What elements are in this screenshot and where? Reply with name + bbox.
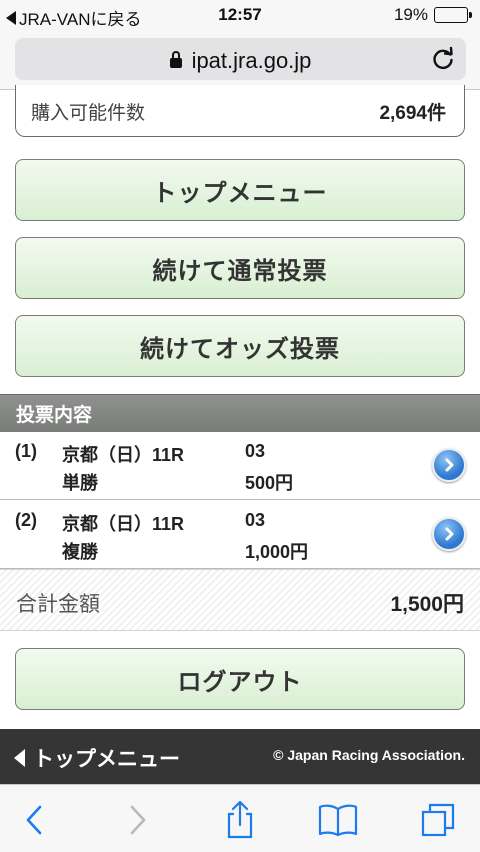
- url-text: ipat.jra.go.jp: [191, 48, 312, 73]
- reload-icon[interactable]: [430, 46, 456, 72]
- back-icon[interactable]: [14, 801, 54, 839]
- browser-toolbar: [0, 784, 480, 852]
- bet-race: 京都（日）11R: [62, 514, 185, 534]
- continue-normal-vote-button[interactable]: 続けて通常投票: [15, 237, 465, 299]
- continue-odds-vote-button[interactable]: 続けてオッズ投票: [15, 315, 465, 377]
- bet-number: (1): [15, 441, 37, 461]
- bet-row[interactable]: (1) 京都（日）11R 03 単勝 500円: [0, 432, 480, 500]
- back-triangle-icon: [14, 749, 25, 767]
- purchase-count-label: 購入可能件数: [31, 103, 146, 124]
- total-amount-value: 1,500円: [390, 593, 464, 616]
- bet-detail-chevron-icon[interactable]: [432, 517, 466, 551]
- bet-horse-number: 03: [245, 441, 266, 461]
- bet-amount: 500円: [245, 473, 294, 493]
- bookmarks-icon[interactable]: [318, 801, 358, 839]
- page-content: 購入可能件数 2,694件 トップメニュー 続けて通常投票 続けてオッズ投票 投…: [0, 85, 480, 729]
- purchase-count-value: 2,694件: [379, 103, 446, 124]
- bet-contents-header: 投票内容: [0, 394, 480, 432]
- tabs-icon[interactable]: [418, 801, 458, 839]
- top-menu-button[interactable]: トップメニュー: [15, 159, 465, 221]
- url-display[interactable]: ipat.jra.go.jp: [15, 48, 466, 74]
- logout-button[interactable]: ログアウト: [15, 648, 465, 710]
- forward-icon[interactable]: [118, 801, 158, 839]
- bet-number: (2): [15, 510, 37, 530]
- bet-type: 複勝: [62, 542, 98, 562]
- lock-icon: [169, 51, 182, 68]
- bet-detail-chevron-icon[interactable]: [432, 448, 466, 482]
- battery-status: 19%: [393, 5, 472, 25]
- copyright-text: © Japan Racing Association.: [273, 747, 465, 763]
- status-bar: JRA-VANに戻る 12:57 19%: [0, 0, 480, 32]
- bet-type: 単勝: [62, 473, 98, 493]
- total-amount-label: 合計金額: [16, 593, 100, 616]
- address-bar[interactable]: ipat.jra.go.jp: [15, 38, 466, 80]
- purchase-count-card: 購入可能件数 2,694件: [15, 85, 465, 137]
- bet-race: 京都（日）11R: [62, 445, 185, 465]
- bet-row[interactable]: (2) 京都（日）11R 03 複勝 1,000円: [0, 501, 480, 569]
- share-icon[interactable]: [220, 800, 260, 839]
- battery-percent: 19%: [393, 5, 428, 24]
- bet-amount: 1,000円: [245, 542, 309, 562]
- page-footer: トップメニュー © Japan Racing Association.: [0, 729, 480, 784]
- bet-horse-number: 03: [245, 510, 266, 530]
- footer-top-menu-link[interactable]: トップメニュー: [14, 743, 180, 773]
- browser-address-area: ipat.jra.go.jp: [0, 32, 480, 90]
- battery-icon: [434, 7, 472, 23]
- total-amount-row: 合計金額 1,500円: [0, 569, 480, 631]
- footer-top-menu-label: トップメニュー: [33, 748, 180, 771]
